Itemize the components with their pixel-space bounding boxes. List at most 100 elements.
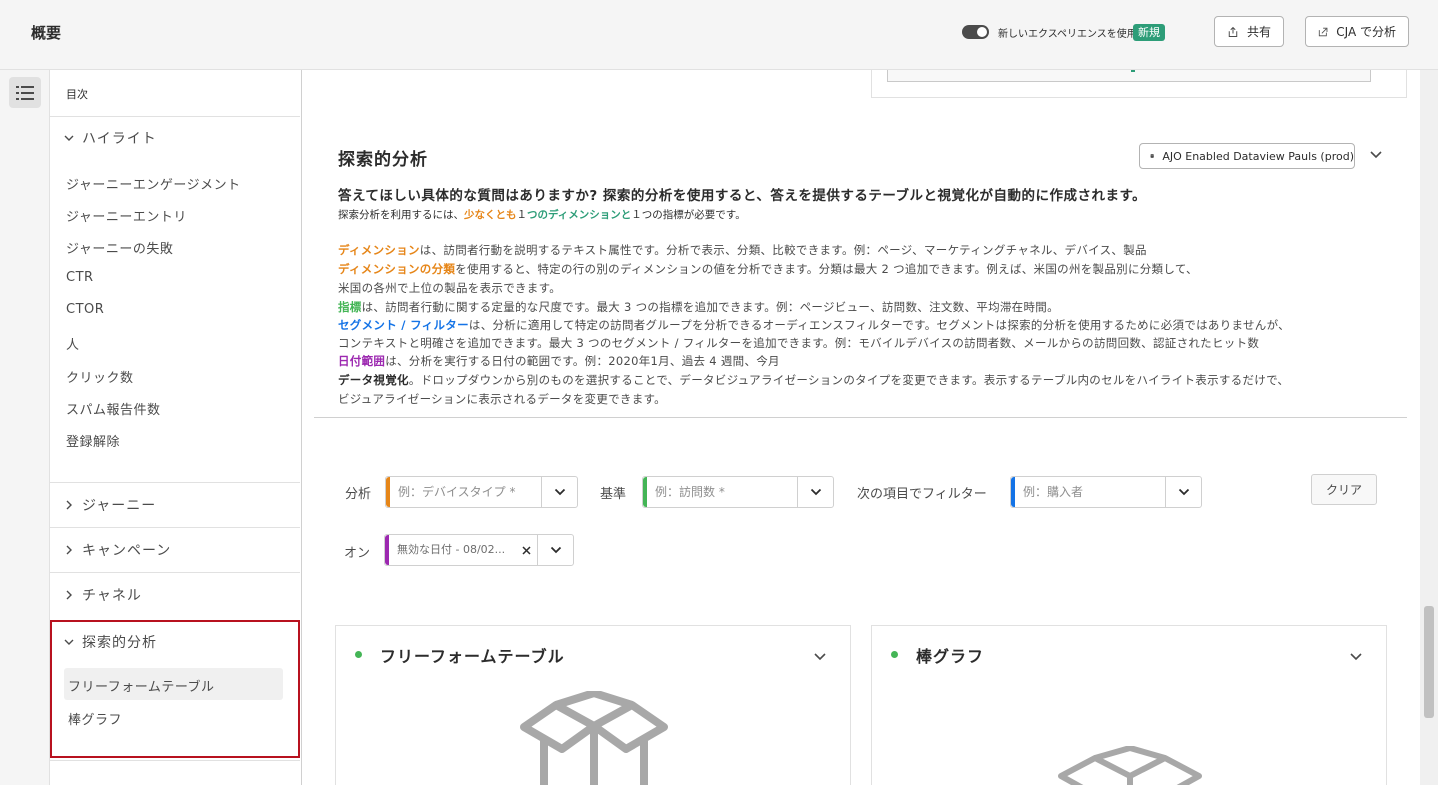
section-exploratory[interactable]: 探索的分析 [50,620,300,664]
date-range-field[interactable]: 無効な日付 - 08/02... [384,534,574,566]
toc-item[interactable]: スパム報告件数 [66,399,161,418]
cja-label: CJA で分析 [1336,25,1396,39]
dropdown-button[interactable] [797,477,833,507]
toc-item[interactable]: クリック数 [66,367,134,386]
dropdown-button[interactable] [541,477,577,507]
req-mid: １ [516,209,528,221]
toggle-label: 新しいエクスペリエンスを使用 [998,29,1137,40]
desc-text: は、分析に適用して特定の訪問者グループを分析できるオーディエンスフィルターです。… [468,318,1290,332]
chevron-down-icon [64,135,74,141]
toc-item[interactable]: 登録解除 [66,431,120,450]
toc-item[interactable]: ジャーニーの失敗 [66,238,173,257]
filter-label: 次の項目でフィルター [857,487,987,502]
metric-field[interactable]: 例：訪問数 * [642,476,834,508]
chevron-down-icon [64,639,74,645]
divider [314,417,1407,418]
new-experience-toggle[interactable] [962,25,989,39]
analyze-placeholder: 例：デバイスタイプ * [398,485,516,499]
analyze-label: 分析 [345,487,372,502]
section-label: キャンペーン [82,543,172,559]
desc-text: は、訪問者行動に関する定量的な尺度です。最大 3 つの指標を追加できます。例：ペ… [361,300,1059,314]
analyze-dimension-field[interactable]: 例：デバイスタイプ * [385,476,578,508]
section-title: 探索的分析 [338,150,428,170]
scrollbar-thumb[interactable] [1424,606,1434,718]
segment-filter-field[interactable]: 例：購入者 [1010,476,1202,508]
card-title: フリーフォームテーブル [380,647,565,666]
section-label: チャネル [82,588,142,604]
page-title: 概要 [31,24,62,42]
chart-bar [1131,70,1135,72]
req-prefix: 探索分析を利用するには、 [338,209,464,221]
chevron-down-icon[interactable] [1369,150,1383,160]
divider [50,760,300,761]
database-icon [1150,154,1154,158]
analyze-in-cja-button[interactable]: CJA で分析 [1305,16,1409,47]
section-campaigns[interactable]: キャンペーン [50,528,300,572]
metric-placeholder: 例：訪問数 * [655,485,725,499]
left-rail [0,70,50,785]
section-label: 探索的分析 [82,635,157,651]
chevron-right-icon [66,500,72,510]
requirements-text: 探索分析を利用するには、少なくとも１つのディメンションと１つの指標が必要です。 [338,207,746,222]
status-dot [355,651,362,658]
clear-date-button[interactable] [515,535,537,565]
empty-box-icon [520,691,668,785]
share-button[interactable]: 共有 [1214,16,1284,47]
toc-item[interactable]: CTR [66,270,94,285]
desc-breakdown-cont: 米国の各州で上位の製品を表示できます。 [338,281,562,295]
toc-item-bar-chart[interactable]: 棒グラフ [68,709,122,728]
question-text: 答えてほしい具体的な質問はありますか? 探索的分析を使用すると、答えを提供するテ… [338,188,1147,204]
desc-breakdown: ディメンションの分類を使用すると、特定の行の別のディメンションの値を分析できます… [338,261,1198,277]
dropdown-button[interactable] [1165,477,1201,507]
top-bar: 概要 新しいエクスペリエンスを使用 新規 共有 CJA で分析 [0,0,1438,70]
filter-placeholder: 例：購入者 [1023,485,1084,499]
toc-sidebar: 目次 ハイライト ジャーニーエンゲージメント ジャーニーエントリ ジャーニーの失… [50,70,302,785]
toc-toggle-button[interactable] [9,77,41,108]
desc-text: を使用すると、特定の行の別のディメンションの値を分析できます。分類は最大 2 つ… [455,262,1198,276]
toc-title: 目次 [66,88,88,101]
open-external-icon [1318,27,1328,36]
date-value: 無効な日付 - 08/02... [397,543,506,556]
chevron-down-icon[interactable] [813,652,827,662]
chevron-down-icon[interactable] [1349,652,1363,662]
on-label: オン [344,546,371,561]
clear-button[interactable]: クリア [1311,474,1377,505]
term-date: 日付範囲 [338,354,386,368]
bar-chart-card: 棒グラフ [871,625,1387,785]
dataview-selector[interactable]: AJO Enabled Dataview Pauls (prod) [1139,143,1355,169]
req-highlight-orange: 少なくとも [464,209,517,221]
section-label: ジャーニー [82,498,157,514]
desc-dimension: ディメンションは、訪問者行動を説明するテキスト属性です。分析で表示、分類、比較で… [338,242,1147,258]
term-metric: 指標 [338,300,362,314]
section-highlights[interactable]: ハイライト [50,116,300,160]
chevron-down-icon [810,488,821,496]
term-viz: データ視覚化 [338,373,409,387]
chevron-down-icon [554,488,565,496]
toc-item[interactable]: CTOR [66,302,104,317]
chevron-down-icon [550,546,561,554]
freeform-table-card: フリーフォームテーブル [335,625,851,785]
chevron-right-icon [66,590,72,600]
toc-item[interactable]: 人 [66,334,80,353]
toc-item-freeform-table[interactable]: フリーフォームテーブル [68,676,215,695]
main-content: 探索的分析 AJO Enabled Dataview Pauls (prod) … [302,70,1420,785]
section-journeys[interactable]: ジャーニー [50,483,300,527]
toc-item[interactable]: ジャーニーエントリ [66,206,187,225]
req-suffix: １つの指標が必要です。 [631,209,746,221]
status-dot [891,651,898,658]
toc-item[interactable]: ジャーニーエンゲージメント [66,174,241,193]
new-badge: 新規 [1133,24,1165,41]
term-breakdown: ディメンションの分類 [338,262,456,276]
dataview-label: AJO Enabled Dataview Pauls (prod) [1162,149,1354,163]
chevron-down-icon [1178,488,1189,496]
desc-text: は、分析を実行する日付の範囲です。例：2020年1月、過去 4 週間、今月 [385,354,780,368]
share-icon [1228,26,1238,37]
dropdown-button[interactable] [537,535,573,565]
desc-metric: 指標は、訪問者行動に関する定量的な尺度です。最大 3 つの指標を追加できます。例… [338,299,1059,315]
desc-date: 日付範囲は、分析を実行する日付の範囲です。例：2020年1月、過去 4 週間、今… [338,353,780,369]
term-dimension: ディメンション [338,243,420,257]
section-channels[interactable]: チャネル [50,573,300,617]
desc-segment-cont: コンテキストと明確さを追加できます。最大 3 つのセグメント / フィルターを追… [338,336,1260,350]
desc-text: は、訪問者行動を説明するテキスト属性です。分析で表示、分類、比較できます。例：ペ… [419,243,1147,257]
chart-area [887,70,1371,82]
